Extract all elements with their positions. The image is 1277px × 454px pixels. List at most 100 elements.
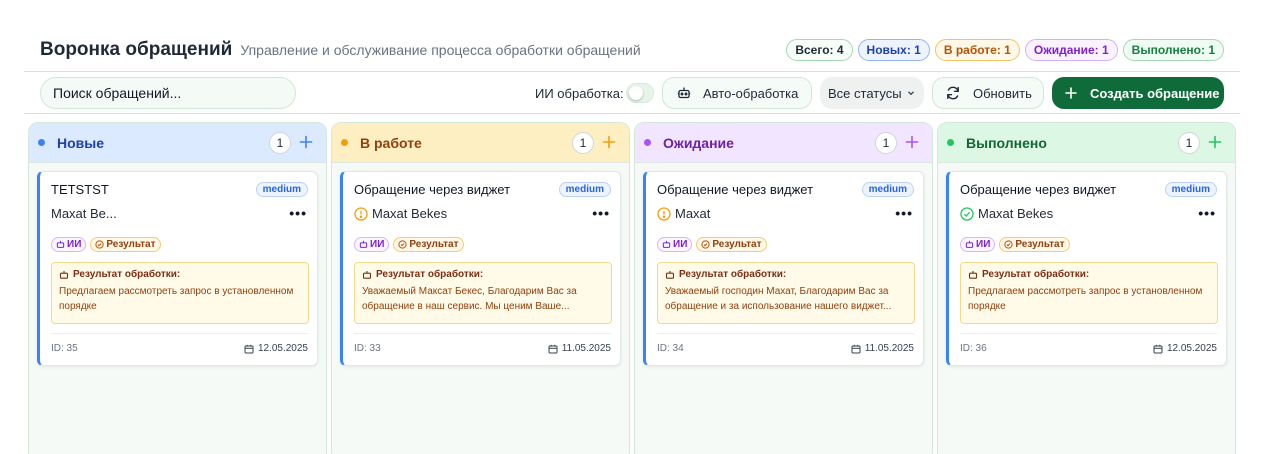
check-circle-icon — [701, 240, 710, 249]
result-heading: Результат обработки: — [968, 269, 1210, 280]
robot-icon — [677, 86, 691, 100]
ai-tag-label: ИИ — [976, 239, 991, 250]
column-add-icon[interactable] — [904, 134, 920, 150]
card-id: ID: 34 — [657, 343, 684, 354]
search-input[interactable] — [40, 77, 296, 109]
card-date: 11.05.2025 — [851, 343, 914, 354]
column-new: Новые 1 TETSTST medium Maxat Be... ••• И… — [28, 122, 327, 454]
robot-icon — [665, 270, 675, 280]
request-card[interactable]: TETSTST medium Maxat Be... ••• ИИ Резуль… — [37, 171, 318, 366]
processing-result-box: Результат обработки: Уважаемый господин … — [657, 262, 915, 324]
status-filter-select[interactable]: Все статусы — [820, 77, 924, 109]
more-options-icon[interactable]: ••• — [895, 206, 913, 220]
result-text: Предлагаем рассмотреть запрос в установл… — [59, 286, 294, 312]
priority-badge: medium — [255, 182, 308, 197]
result-tag-label: Результат — [106, 239, 156, 250]
card-date-value: 12.05.2025 — [257, 343, 308, 354]
plus-icon — [1064, 86, 1078, 100]
toolbar: ИИ обработка: Авто-обработка Все статусы… — [24, 72, 1240, 114]
create-request-button[interactable]: Создать обращение — [1052, 77, 1224, 109]
card-assignee: Maxat Bekes — [354, 206, 447, 221]
result-title: Результат обработки: — [376, 269, 484, 280]
ai-processing-label: ИИ обработка: — [535, 86, 624, 101]
processing-result-box: Результат обработки: Предлагаем рассмотр… — [960, 262, 1218, 324]
result-tag-label: Результат — [409, 239, 459, 250]
alert-circle-icon — [354, 206, 368, 221]
check-circle-icon — [1004, 240, 1013, 249]
more-options-icon[interactable]: ••• — [592, 206, 610, 220]
card-assignee: Maxat Be... — [51, 206, 117, 221]
page-subtitle: Управление и обслуживание процесса обраб… — [240, 42, 641, 58]
ai-processing-toggle[interactable] — [626, 83, 654, 103]
column-add-icon[interactable] — [1207, 134, 1223, 150]
column-header: Новые 1 — [29, 123, 326, 163]
column-count-badge: 1 — [572, 132, 594, 154]
column-add-icon[interactable] — [601, 134, 617, 150]
calendar-icon — [851, 344, 861, 354]
ai-tag-label: ИИ — [673, 239, 688, 250]
page-header: Воронка обращений Управление и обслужива… — [24, 36, 1240, 72]
processing-result-box: Результат обработки: Предлагаем рассмотр… — [51, 262, 309, 324]
column-header: Выполнено 1 — [938, 123, 1235, 163]
card-date-value: 12.05.2025 — [1166, 343, 1217, 354]
stat-total-badge: Всего: 4 — [786, 39, 853, 61]
result-text: Уважаемый Максат Бекес, Благодарим Вас з… — [362, 286, 577, 312]
card-footer: ID: 35 12.05.2025 — [51, 333, 308, 354]
column-done: Выполнено 1 Обращение через виджет mediu… — [937, 122, 1236, 454]
result-tag: Результат — [90, 237, 161, 252]
processing-result-box: Результат обработки: Уважаемый Максат Бе… — [354, 262, 612, 324]
create-request-label: Создать обращение — [1090, 85, 1220, 101]
card-title: Обращение через виджет — [354, 182, 511, 197]
page-title: Воронка обращений — [40, 39, 233, 60]
assignee-name: Maxat Be... — [51, 206, 117, 221]
ai-tag: ИИ — [354, 237, 390, 252]
priority-badge: medium — [861, 182, 914, 197]
more-options-icon[interactable]: ••• — [289, 206, 307, 220]
more-options-icon[interactable]: ••• — [1198, 206, 1216, 220]
check-circle-icon — [960, 206, 974, 221]
result-heading: Результат обработки: — [362, 269, 604, 280]
result-tag-label: Результат — [1015, 239, 1065, 250]
result-tag-label: Результат — [712, 239, 762, 250]
result-title: Результат обработки: — [982, 269, 1090, 280]
result-tag: Результат — [696, 237, 767, 252]
ai-tag-label: ИИ — [370, 239, 385, 250]
column-header: В работе 1 — [332, 123, 629, 163]
card-title: Обращение через виджет — [657, 182, 814, 197]
card-tags: ИИ Результат — [354, 237, 464, 252]
request-card[interactable]: Обращение через виджет medium Maxat Beke… — [340, 171, 621, 366]
robot-icon — [362, 270, 372, 280]
card-date: 11.05.2025 — [548, 343, 611, 354]
assignee-name: Maxat — [675, 206, 711, 221]
result-title: Результат обработки: — [679, 269, 787, 280]
request-card[interactable]: Обращение через виджет medium Maxat Beke… — [946, 171, 1227, 366]
card-id: ID: 35 — [51, 343, 78, 354]
ai-tag: ИИ — [657, 237, 693, 252]
column-waiting: Ожидание 1 Обращение через виджет medium… — [634, 122, 933, 454]
stat-in-work-badge: В работе: 1 — [934, 39, 1020, 61]
card-footer: ID: 33 11.05.2025 — [354, 333, 611, 354]
calendar-icon — [548, 344, 558, 354]
card-id: ID: 36 — [960, 343, 987, 354]
ai-tag-label: ИИ — [67, 239, 82, 250]
app: Воронка обращений Управление и обслужива… — [0, 0, 1277, 454]
card-assignee: Maxat — [657, 206, 710, 221]
column-status-dot — [341, 139, 348, 146]
auto-processing-button[interactable]: Авто-обработка — [662, 77, 812, 109]
ai-tag: ИИ — [960, 237, 996, 252]
result-tag: Результат — [393, 237, 464, 252]
card-title: TETSTST — [51, 182, 109, 197]
refresh-button[interactable]: Обновить — [932, 77, 1044, 109]
priority-badge: medium — [1164, 182, 1217, 197]
alert-circle-icon — [657, 206, 671, 221]
result-heading: Результат обработки: — [665, 269, 907, 280]
robot-icon — [968, 270, 978, 280]
card-date: 12.05.2025 — [1153, 343, 1217, 354]
column-status-dot — [38, 139, 45, 146]
result-tag: Результат — [999, 237, 1070, 252]
request-card[interactable]: Обращение через виджет medium Maxat ••• … — [643, 171, 924, 366]
card-date: 12.05.2025 — [244, 343, 308, 354]
card-title: Обращение через виджет — [960, 182, 1117, 197]
column-add-icon[interactable] — [298, 134, 314, 150]
card-tags: ИИ Результат — [51, 237, 161, 252]
